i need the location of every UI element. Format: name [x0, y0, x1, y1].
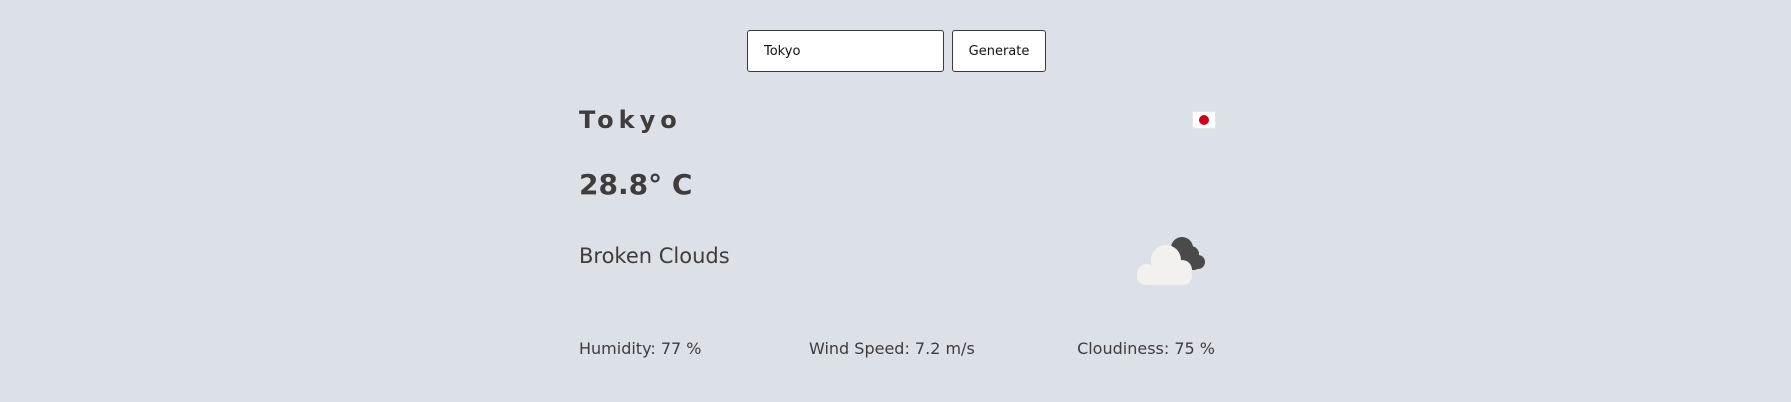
cloudiness-stat: Cloudiness: 75 % — [1077, 339, 1215, 358]
weather-card: Tokyo 28.8° C Broken Clouds Humidity: 77… — [579, 96, 1215, 396]
city-name: Tokyo — [579, 106, 682, 134]
weather-description: Broken Clouds — [579, 244, 730, 268]
city-search-input[interactable] — [747, 30, 944, 72]
japan-flag-icon — [1193, 112, 1215, 128]
broken-clouds-icon — [1137, 237, 1205, 285]
search-bar: Generate — [747, 30, 1046, 72]
wind-speed-stat: Wind Speed: 7.2 m/s — [809, 339, 975, 358]
flag-disc — [1199, 115, 1209, 125]
temperature: 28.8° C — [579, 168, 693, 201]
humidity-stat: Humidity: 77 % — [579, 339, 702, 358]
generate-button[interactable]: Generate — [952, 30, 1046, 72]
